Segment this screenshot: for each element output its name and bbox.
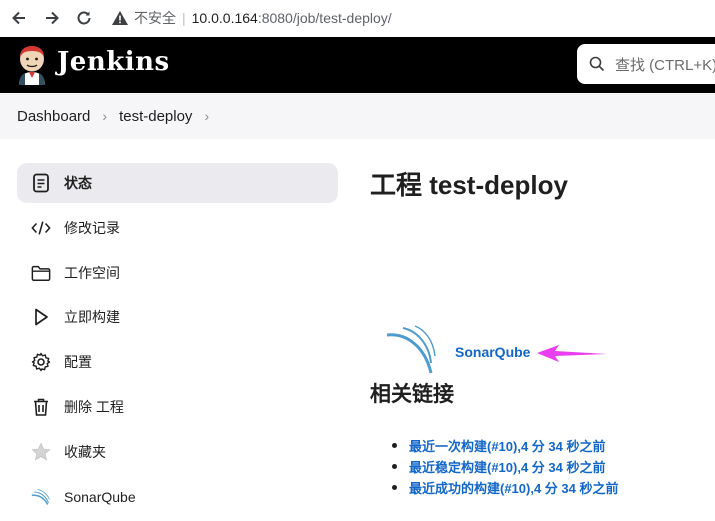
browser-toolbar: 不安全 | 10.0.0.164:8080/job/test-deploy/ xyxy=(0,0,715,37)
sonarqube-link[interactable]: SonarQube xyxy=(455,344,530,360)
sidebar-item-label: 收藏夹 xyxy=(64,443,106,460)
breadcrumb-test-deploy[interactable]: test-deploy xyxy=(119,108,192,125)
main-content: 工程 test-deploy SonarQube 相关链接 最近一次构建(#10… xyxy=(370,165,715,496)
search-input[interactable]: 查找 (CTRL+K) xyxy=(615,54,715,75)
chevron-right-icon: › xyxy=(102,108,108,124)
last-build-link[interactable]: 最近一次构建(#10),4 分 34 秒之前 xyxy=(392,435,619,456)
sidebar-item-label: 工作空间 xyxy=(64,264,120,281)
play-icon xyxy=(31,307,51,327)
back-arrow-icon xyxy=(12,11,25,25)
reload-icon xyxy=(77,11,91,25)
code-icon xyxy=(31,218,51,238)
warning-icon xyxy=(112,11,128,25)
sidebar-item-delete-project[interactable]: 删除 工程 xyxy=(17,387,338,427)
insecure-label: 不安全 xyxy=(134,10,176,26)
sidebar-item-label: SonarQube xyxy=(64,488,136,505)
sidebar-item-workspace[interactable]: 工作空间 xyxy=(17,253,338,293)
trash-icon xyxy=(31,397,51,417)
sidebar-item-label: 修改记录 xyxy=(64,219,120,236)
sidebar: 状态 修改记录 工作空间 立即构建 配置 删除 工程 收藏夹 SonarQube xyxy=(17,163,338,521)
jenkins-logo-icon[interactable] xyxy=(15,45,49,85)
chevron-right-icon[interactable]: › xyxy=(204,108,209,124)
sidebar-item-favorites[interactable]: 收藏夹 xyxy=(17,432,338,472)
annotation-arrow-icon xyxy=(537,345,607,362)
sonarqube-logo-icon xyxy=(386,325,436,374)
page-title: 工程 test-deploy xyxy=(370,170,568,200)
star-icon xyxy=(31,442,51,462)
sidebar-item-changes[interactable]: 修改记录 xyxy=(17,208,338,248)
breadcrumb-dashboard[interactable]: Dashboard xyxy=(17,108,90,125)
back-button[interactable] xyxy=(8,7,30,29)
sidebar-item-sonarqube[interactable]: SonarQube xyxy=(17,477,338,517)
gear-icon xyxy=(31,352,51,372)
search-icon xyxy=(589,56,605,72)
sidebar-item-label: 立即构建 xyxy=(64,309,120,326)
reload-button[interactable] xyxy=(73,7,95,29)
forward-arrow-icon xyxy=(46,11,59,25)
sidebar-item-build-now[interactable]: 立即构建 xyxy=(17,297,338,337)
address-bar[interactable]: 不安全 | 10.0.0.164:8080/job/test-deploy/ xyxy=(112,7,392,29)
sidebar-item-status[interactable]: 状态 xyxy=(17,163,338,203)
url-path: :8080/job/test-deploy/ xyxy=(257,10,392,26)
url-host: 10.0.0.164 xyxy=(191,10,258,26)
sidebar-item-label: 删除 工程 xyxy=(64,398,124,415)
search-box[interactable]: 查找 (CTRL+K) xyxy=(577,44,715,84)
last-successful-build-link[interactable]: 最近成功的构建(#10),4 分 34 秒之前 xyxy=(392,477,619,498)
related-links-list: 最近一次构建(#10),4 分 34 秒之前 最近稳定构建(#10),4 分 3… xyxy=(392,435,619,498)
forward-button[interactable] xyxy=(41,7,63,29)
sidebar-item-label: 状态 xyxy=(64,175,92,191)
sidebar-item-configure[interactable]: 配置 xyxy=(17,342,338,382)
url-separator: | xyxy=(182,10,186,26)
sidebar-item-label: 配置 xyxy=(64,354,92,371)
notepad-icon xyxy=(31,173,51,193)
related-links-heading: 相关链接 xyxy=(370,383,454,406)
folder-icon xyxy=(31,263,51,283)
jenkins-header: Jenkins 查找 (CTRL+K) xyxy=(0,37,715,93)
breadcrumb: Dashboard › test-deploy › xyxy=(0,93,715,139)
brand-name[interactable]: Jenkins xyxy=(57,47,170,77)
last-stable-build-link[interactable]: 最近稳定构建(#10),4 分 34 秒之前 xyxy=(392,456,619,477)
